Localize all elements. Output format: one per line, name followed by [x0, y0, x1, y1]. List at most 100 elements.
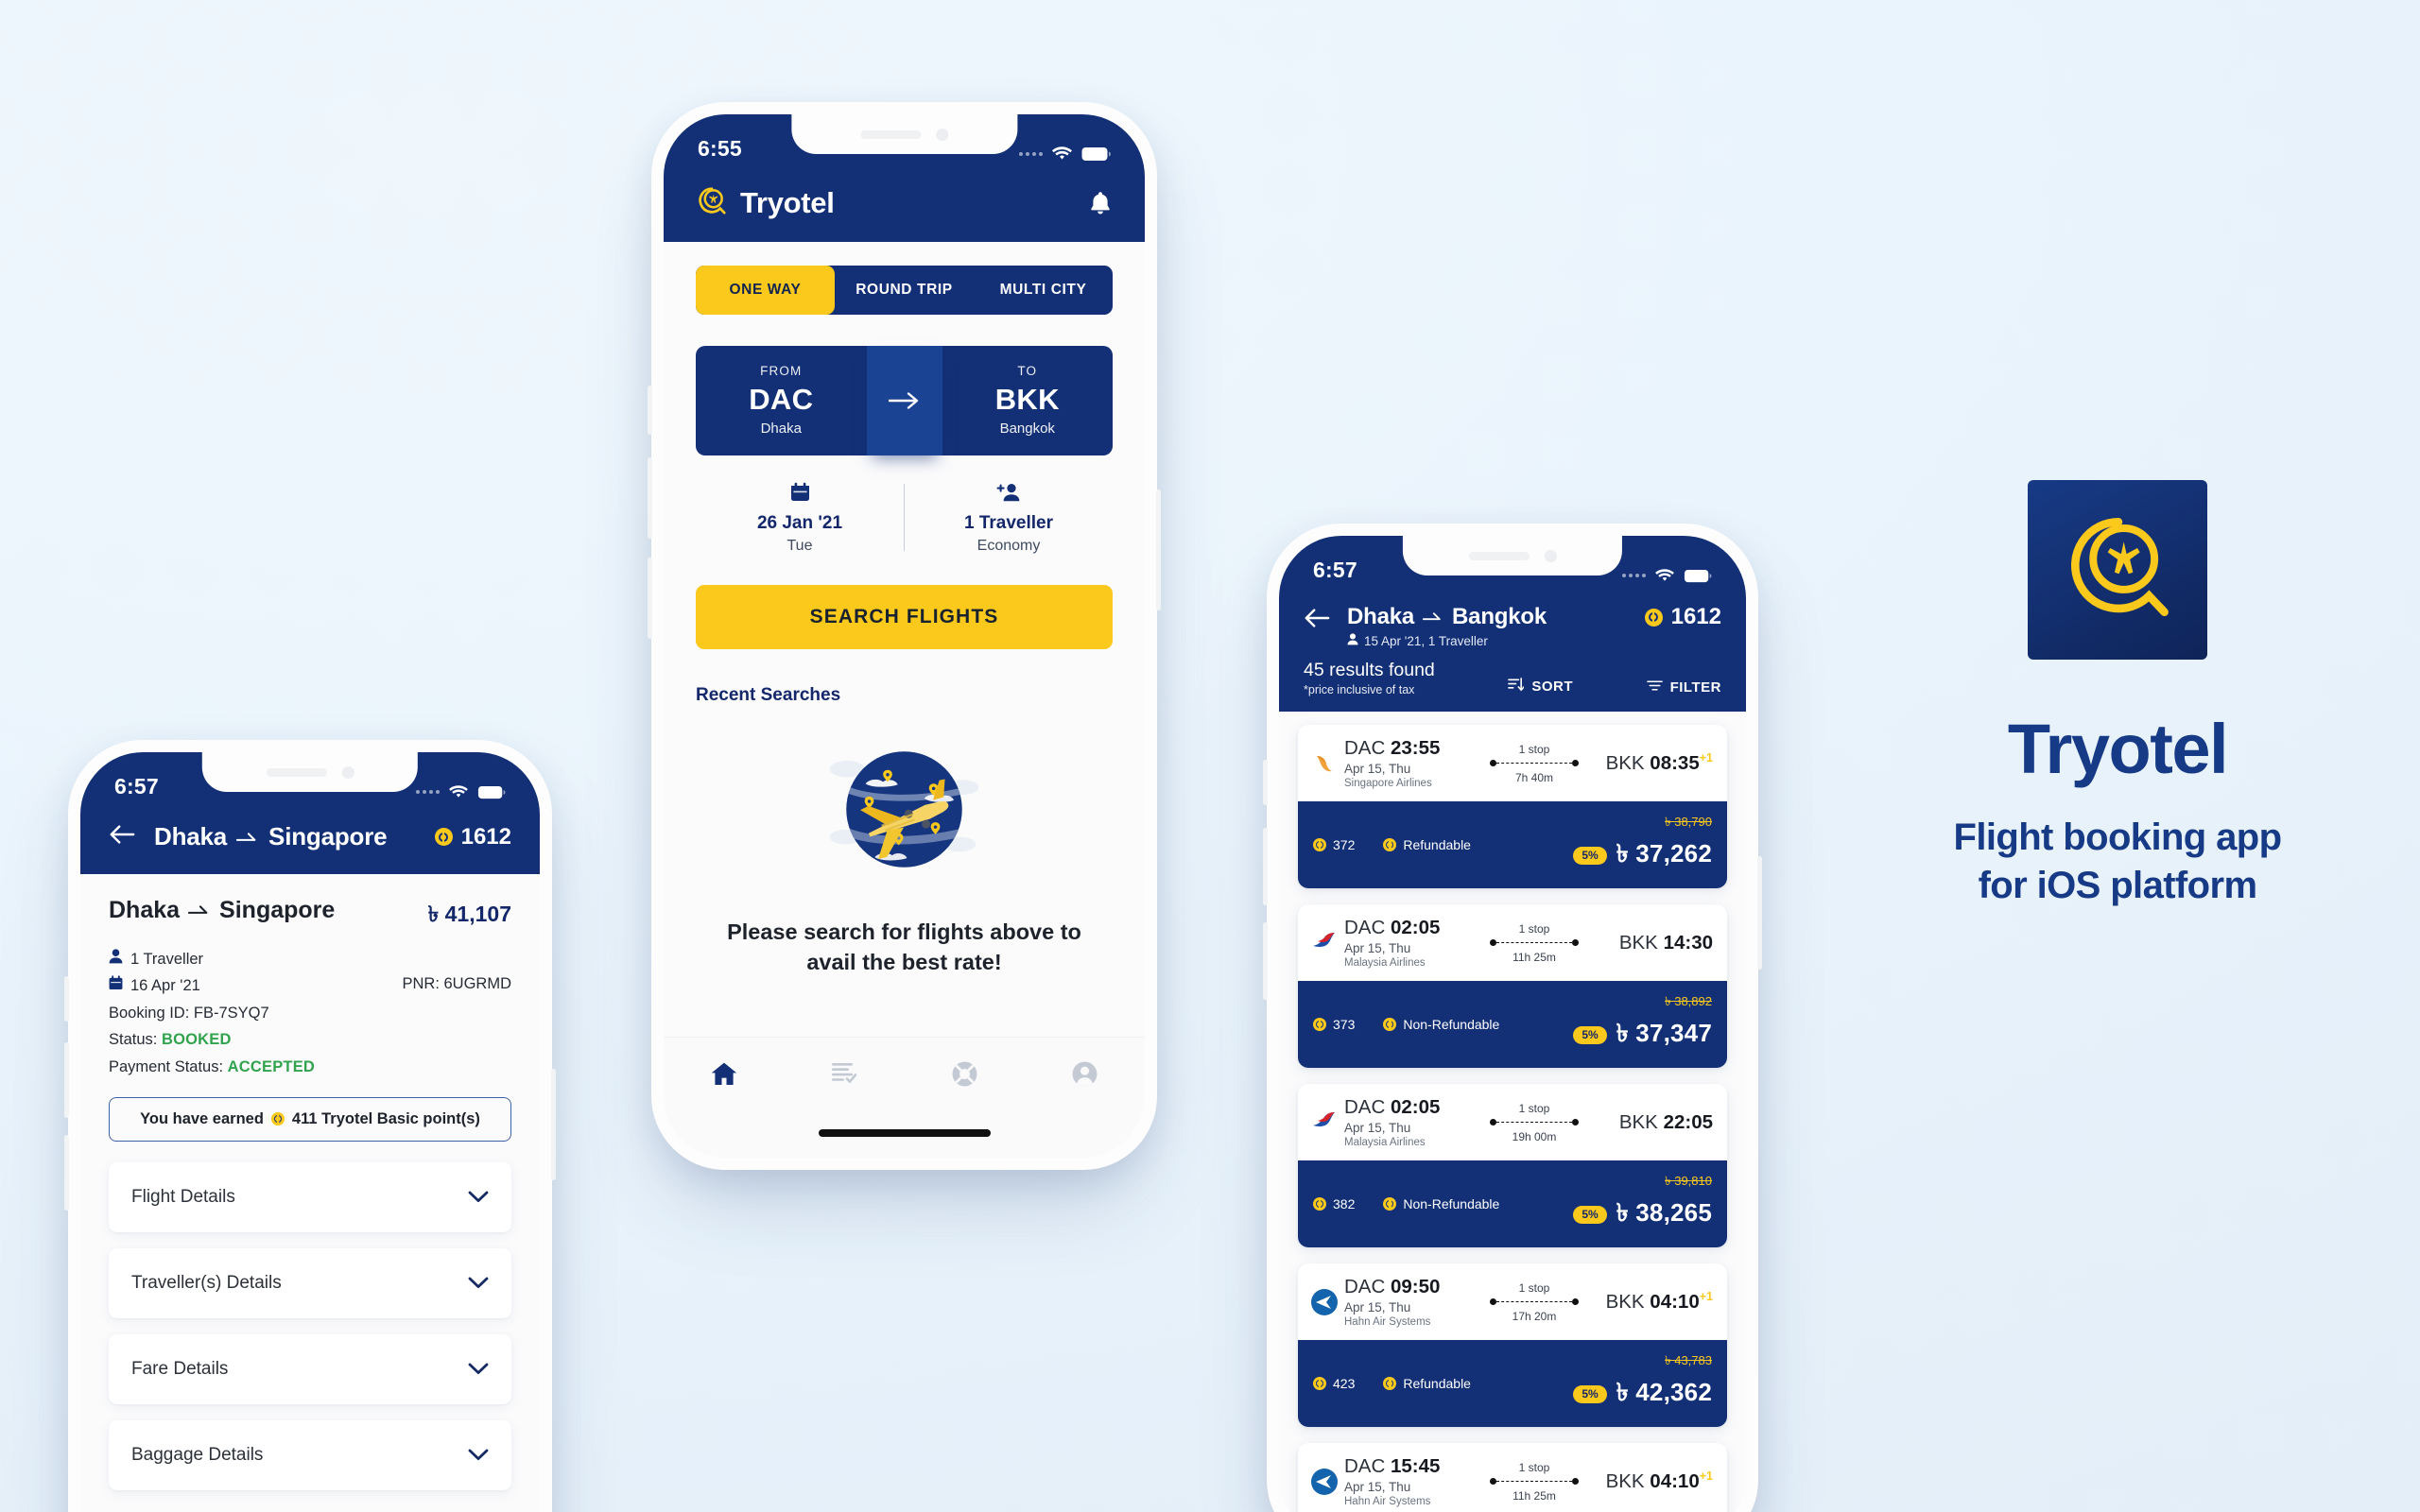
phone-mockup-flight-results: 6:57 Dhaka Bangkok 15 Apr '21, 1 Travell…: [1263, 524, 1762, 1512]
arrow-left-icon[interactable]: [109, 824, 135, 850]
booking-id-row: Booking ID: FB-7SYQ7: [109, 1000, 315, 1026]
home-body: ONE WAY ROUND TRIP MULTI CITY FROM DAC D…: [664, 266, 1145, 978]
day-offset-badge: +1: [1699, 1469, 1713, 1484]
wifi-icon: [1654, 568, 1675, 583]
refund-chip: Non-Refundable: [1383, 1017, 1499, 1032]
flight-result-card[interactable]: DAC 02:05 Apr 15, Thu Malaysia Airlines …: [1298, 1084, 1727, 1247]
refund-chip: Refundable: [1383, 1376, 1471, 1391]
flight-result-card[interactable]: DAC 23:55 Apr 15, Thu Singapore Airlines…: [1298, 725, 1727, 888]
tryotel-coin-icon: [1313, 838, 1326, 851]
loyalty-points[interactable]: 1612: [434, 824, 511, 850]
wifi-icon: [448, 784, 469, 799]
accordion-baggage-details[interactable]: Baggage Details: [109, 1419, 511, 1490]
booking-id-label: Booking ID:: [109, 1004, 190, 1022]
battery-full-icon: [1684, 569, 1712, 583]
depart-time: 23:55: [1391, 737, 1441, 759]
filter-button[interactable]: FILTER: [1646, 679, 1721, 696]
tab-bookings[interactable]: [784, 1060, 904, 1090]
front-camera: [341, 765, 354, 779]
phone-notch: [201, 752, 419, 792]
tab-one-way[interactable]: ONE WAY: [696, 266, 835, 315]
sort-label: SORT: [1531, 679, 1574, 695]
depart-date: Apr 15, Thu: [1344, 1121, 1411, 1135]
tab-profile[interactable]: [1025, 1060, 1145, 1092]
arrow-right-icon: [888, 391, 922, 410]
app-title: Tryotel: [740, 185, 835, 219]
stops-label: 1 stop: [1518, 1460, 1550, 1474]
title-origin: Dhaka: [1347, 604, 1415, 629]
detail-accordion-list: Flight Details Traveller(s) Details Fare…: [109, 1161, 511, 1490]
depart-time: 02:05: [1391, 917, 1441, 938]
refund-policy: Non-Refundable: [1403, 1017, 1500, 1032]
duration-label: 7h 40m: [1514, 770, 1554, 784]
booking-total-price: ৳ 41,107: [427, 902, 511, 926]
arrow-left-icon[interactable]: [1304, 608, 1330, 633]
tryotel-coin-icon: [1383, 1377, 1397, 1390]
stops-label: 1 stop: [1518, 1280, 1550, 1295]
final-price: ৳ 37,347: [1616, 1019, 1712, 1047]
flight-result-card[interactable]: DAC 02:05 Apr 15, Thu Malaysia Airlines …: [1298, 904, 1727, 1068]
booking-body: Dhaka Singapore ৳ 41,107 1 Traveller 16 …: [80, 874, 540, 1490]
traveller-row: 1 Traveller: [109, 946, 315, 972]
flight-result-card[interactable]: DAC 09:50 Apr 15, Thu Hahn Air Systems 1…: [1298, 1263, 1727, 1427]
traveller-picker[interactable]: 1 Traveller Economy: [905, 480, 1113, 555]
recent-searches-heading: Recent Searches: [696, 685, 841, 705]
route-line: [1490, 937, 1579, 949]
search-flights-button[interactable]: SEARCH FLIGHTS: [696, 585, 1113, 649]
refund-policy: Refundable: [1403, 1376, 1471, 1391]
sort-button[interactable]: SORT: [1508, 677, 1573, 696]
swap-route-button[interactable]: [866, 346, 942, 455]
tryotel-coin-icon: [1383, 1197, 1397, 1211]
pnr-value: PNR: 6UGRMD: [402, 975, 511, 992]
trip-meta: 26 Jan '21 Tue 1 Traveller Economy: [696, 480, 1113, 555]
flight-result-card[interactable]: DAC 15:45 Apr 15, Thu Hahn Air Systems 1…: [1298, 1443, 1727, 1512]
payment-status-badge: ACCEPTED: [227, 1057, 316, 1075]
original-price: ৳ 38,790: [1665, 815, 1712, 829]
origin-code: DAC: [1344, 1096, 1386, 1118]
tab-round-trip[interactable]: ROUND TRIP: [835, 266, 974, 315]
phone-power-button: [1757, 856, 1762, 970]
original-price: ৳ 39,810: [1665, 1174, 1712, 1188]
phone-mockup-home: 6:55 Tryotel ONE WAY ROUND TRIP MULTI CI…: [648, 102, 1161, 1170]
page-title: Dhaka Bangkok: [1347, 604, 1547, 630]
points-chip: 423: [1313, 1376, 1355, 1391]
list-check-icon: [831, 1060, 857, 1090]
points-earned-banner: You have earned 411 Tryotel Basic point(…: [109, 1096, 511, 1142]
booking-destination: Singapore: [219, 897, 336, 923]
tryotel-globe-plane-logo: [2059, 509, 2176, 631]
destination-picker[interactable]: TO BKK Bangkok: [942, 346, 1114, 455]
points-value: 372: [1333, 837, 1356, 852]
battery-full-icon: [1081, 146, 1111, 162]
tryotel-coin-icon: [1313, 1197, 1326, 1211]
depart-date: Apr 15, Thu: [1344, 1480, 1411, 1494]
brand-lockup: Tryotel: [696, 184, 835, 221]
status-row: Status: BOOKED: [109, 1026, 315, 1053]
accordion-label: Baggage Details: [131, 1444, 264, 1465]
stops-label: 1 stop: [1518, 742, 1550, 756]
accordion-flight-details[interactable]: Flight Details: [109, 1161, 511, 1232]
tryotel-logo-icon: [696, 184, 728, 221]
sort-icon: [1508, 677, 1526, 696]
signal-dots-icon: [1622, 574, 1646, 577]
empty-state-message: Please search for flights above to avail…: [727, 919, 1081, 975]
accordion-traveller-details[interactable]: Traveller(s) Details: [109, 1247, 511, 1318]
subtitle-text: 15 Apr '21, 1 Traveller: [1364, 633, 1488, 648]
tab-home[interactable]: [664, 1060, 784, 1091]
loyalty-points[interactable]: 1612: [1644, 604, 1721, 630]
origin-picker[interactable]: FROM DAC Dhaka: [696, 346, 867, 455]
tab-multi-city[interactable]: MULTI CITY: [974, 266, 1113, 315]
bell-icon[interactable]: [1088, 190, 1113, 216]
tab-support[interactable]: [905, 1060, 1025, 1092]
app-bar: Tryotel: [664, 169, 1145, 242]
accordion-fare-details[interactable]: Fare Details: [109, 1333, 511, 1404]
phone-volume-down-button: [648, 558, 652, 639]
arrow-right-icon: [235, 822, 259, 851]
traveller-count: 1 Traveller: [130, 951, 204, 968]
person-icon: [109, 946, 123, 972]
battery-full-icon: [477, 785, 506, 799]
signal-dots-icon: [1019, 151, 1043, 156]
date-picker[interactable]: 26 Jan '21 Tue: [696, 480, 904, 555]
hahn-air-logo: [1308, 1286, 1340, 1318]
trip-type-tabs: ONE WAY ROUND TRIP MULTI CITY: [696, 266, 1113, 315]
refund-policy: Non-Refundable: [1403, 1196, 1500, 1211]
